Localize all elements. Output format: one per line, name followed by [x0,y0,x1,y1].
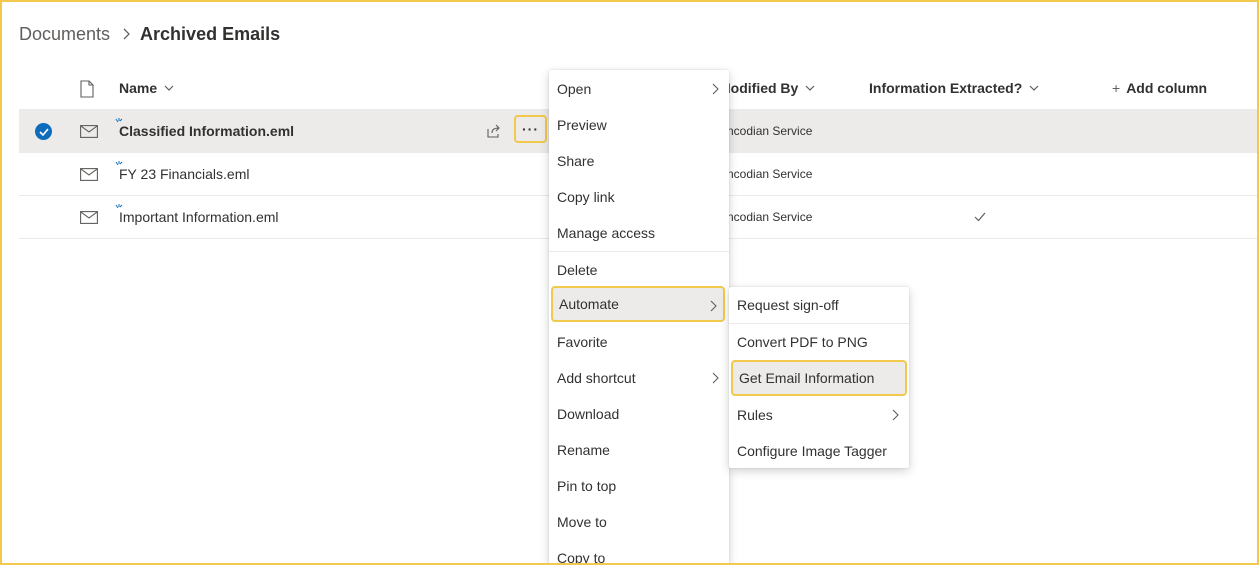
menu-item-label: Automate [559,296,619,312]
column-header-name-label: Name [119,80,158,96]
column-header-modified-by[interactable]: Modified By [719,80,816,96]
submenu-item-label: Get Email Information [739,370,875,386]
menu-item-pin-to-top[interactable]: Pin to top [549,468,729,504]
menu-item-label: Download [557,406,620,422]
file-name-link[interactable]: Classified Information.eml [119,123,294,139]
column-header-information-extracted-label: Information Extracted? [869,80,1023,96]
menu-item-label: Preview [557,117,607,133]
chevron-down-icon [164,85,174,91]
menu-item-label: Rename [557,442,610,458]
menu-item-add-shortcut[interactable]: Add shortcut [549,360,729,396]
checkmark-icon [974,212,986,222]
menu-item-label: Copy to [557,550,606,565]
submenu-item-convert-pdf-to-png[interactable]: Convert PDF to PNG [729,324,909,360]
file-name-link[interactable]: FY 23 Financials.eml [119,166,249,182]
chevron-right-icon [712,83,719,95]
menu-item-share[interactable]: Share [549,143,729,179]
menu-item-label: Share [557,153,595,169]
menu-item-label: Open [557,81,592,97]
email-file-icon [80,168,98,181]
column-header-information-extracted[interactable]: Information Extracted? [869,80,1040,96]
column-header-modified-by-label: Modified By [719,80,799,96]
chevron-right-icon [710,300,717,312]
automate-submenu: Request sign-off Convert PDF to PNG Get … [729,287,909,468]
menu-item-manage-access[interactable]: Manage access [549,215,729,251]
chevron-down-icon [805,85,815,91]
breadcrumb: Documents Archived Emails [19,22,280,46]
plus-icon: + [1112,80,1121,96]
chevron-right-icon [122,28,130,40]
submenu-item-label: Convert PDF to PNG [737,334,868,350]
submenu-item-request-sign-off[interactable]: Request sign-off [729,287,909,323]
context-menu: Open Preview Share Copy link Manage acce… [549,70,729,565]
add-column-label: Add column [1126,80,1208,96]
menu-item-automate[interactable]: Automate [551,286,725,322]
menu-item-move-to[interactable]: Move to [549,504,729,540]
submenu-item-configure-image-tagger[interactable]: Configure Image Tagger [729,433,909,469]
menu-item-rename[interactable]: Rename [549,432,729,468]
chevron-right-icon [712,372,719,384]
chevron-down-icon [1029,85,1039,91]
menu-item-copy-to[interactable]: Copy to [549,540,729,565]
menu-item-favorite[interactable]: Favorite [549,324,729,360]
menu-item-download[interactable]: Download [549,396,729,432]
menu-item-label: Add shortcut [557,370,636,386]
chevron-right-icon [892,409,899,421]
menu-item-label: Pin to top [557,478,617,494]
breadcrumb-current-folder: Archived Emails [140,23,281,44]
column-header-name[interactable]: Name [119,80,175,96]
menu-item-delete[interactable]: Delete [549,252,729,288]
modified-by-cell: Encodian Service [719,124,813,138]
share-icon[interactable] [486,123,502,139]
add-column-button[interactable]: + Add column [1112,80,1207,96]
submenu-item-label: Rules [737,407,773,423]
email-file-icon [80,125,98,138]
menu-item-label: Copy link [557,189,615,205]
modified-by-cell: Encodian Service [719,210,813,224]
menu-item-label: Delete [557,262,598,278]
submenu-item-rules[interactable]: Rules [729,397,909,433]
menu-item-copy-link[interactable]: Copy link [549,179,729,215]
menu-item-label: Favorite [557,334,608,350]
submenu-item-label: Configure Image Tagger [737,443,887,459]
email-file-icon [80,211,98,224]
file-name-link[interactable]: Important Information.eml [119,209,279,225]
modified-by-cell: Encodian Service [719,167,813,181]
menu-item-open[interactable]: Open [549,71,729,107]
menu-item-preview[interactable]: Preview [549,107,729,143]
submenu-item-label: Request sign-off [737,297,839,313]
breadcrumb-documents-link[interactable]: Documents [19,24,110,45]
row-selected-checkmark-icon[interactable] [35,123,52,140]
submenu-item-get-email-information[interactable]: Get Email Information [731,360,907,396]
file-type-icon[interactable] [80,80,94,98]
menu-item-label: Move to [557,514,607,530]
menu-item-label: Manage access [557,225,656,241]
more-actions-button[interactable]: ··· [514,115,547,143]
